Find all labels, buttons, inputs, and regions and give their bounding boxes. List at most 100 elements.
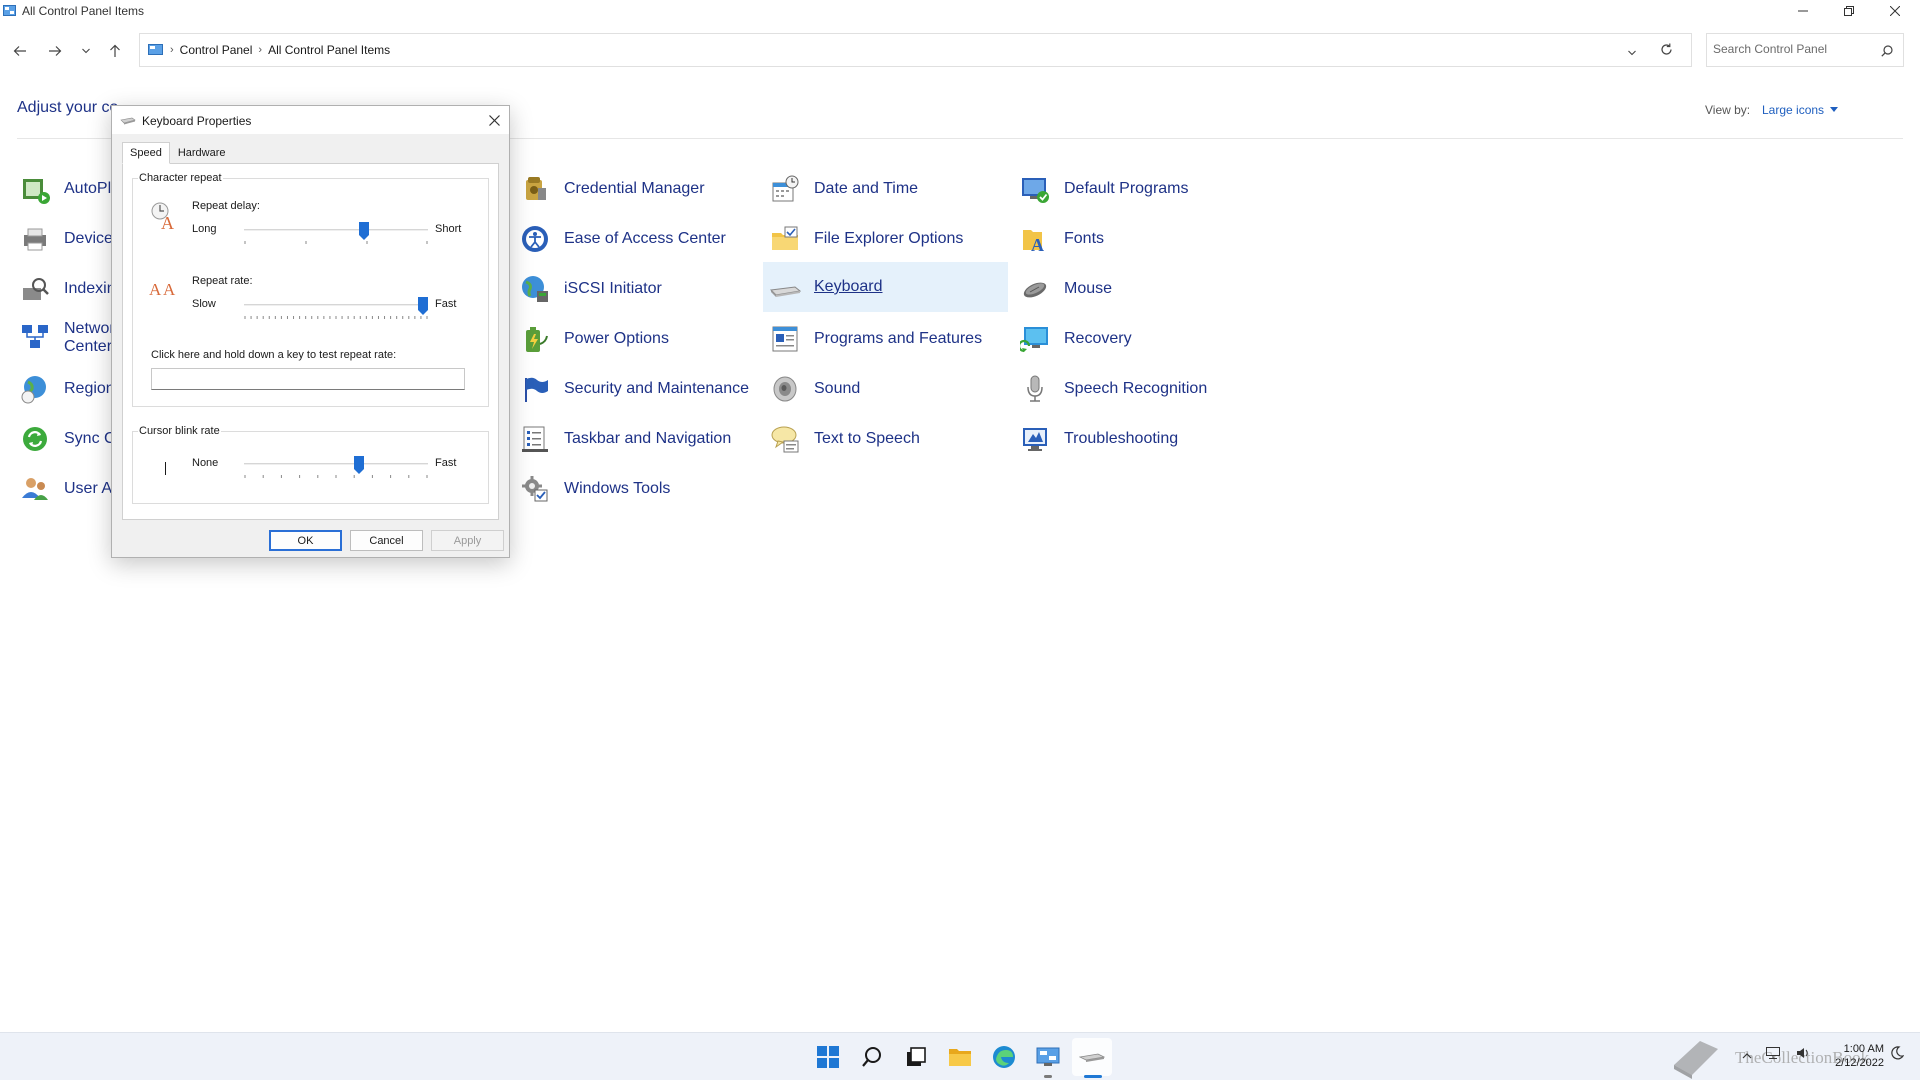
refresh-button[interactable]: [1660, 43, 1673, 61]
cp-item-programs-features[interactable]: Programs and Features: [768, 314, 1008, 364]
slider-thumb[interactable]: [354, 456, 364, 474]
arrow-left-icon: [13, 46, 26, 56]
calendar-clock-icon: [768, 172, 802, 206]
slider-track: [244, 229, 428, 231]
test-repeat-input[interactable]: [151, 368, 465, 390]
repeat-rate-slider[interactable]: [244, 297, 428, 322]
tray-chevron-button[interactable]: [1742, 1047, 1752, 1065]
dialog-titlebar[interactable]: Keyboard Properties: [112, 106, 509, 134]
slider-ticks: [244, 316, 428, 319]
chevron-down-icon: [1628, 50, 1636, 56]
ok-button[interactable]: OK: [269, 530, 342, 551]
cp-item-troubleshooting[interactable]: Troubleshooting: [1018, 414, 1258, 464]
edge-taskbar-button[interactable]: [986, 1039, 1022, 1075]
cp-item-fonts[interactable]: A Fonts: [1018, 214, 1258, 264]
up-button[interactable]: [103, 39, 127, 63]
folder-icon: [949, 1049, 971, 1066]
arrow-right-icon: [49, 46, 62, 56]
tray-volume-button[interactable]: [1796, 1046, 1810, 1064]
cp-item-power-options[interactable]: Power Options: [518, 314, 758, 364]
network-icon: [18, 320, 52, 354]
cp-item-taskbar-navigation[interactable]: Taskbar and Navigation: [518, 414, 758, 464]
clock-date: 2/12/2022: [1835, 1057, 1884, 1069]
close-button[interactable]: [1872, 0, 1918, 22]
address-history-dropdown[interactable]: [1627, 44, 1637, 62]
tab-hardware[interactable]: Hardware: [170, 142, 234, 164]
cursor-blink-slider[interactable]: [244, 456, 428, 481]
cp-item-label: Indexin: [64, 280, 116, 297]
cp-item-mouse[interactable]: Mouse: [1018, 264, 1258, 314]
notifications-button[interactable]: [1890, 1046, 1905, 1065]
power-battery-icon: [518, 322, 552, 356]
cp-item-security-maintenance[interactable]: Security and Maintenance: [518, 364, 758, 414]
slider-thumb[interactable]: [418, 297, 428, 315]
default-programs-icon: [1018, 172, 1052, 206]
group-label: Cursor blink rate: [138, 425, 221, 437]
cp-item-text-to-speech[interactable]: Text to Speech: [768, 414, 1008, 464]
repeat-delay-slider[interactable]: [244, 222, 428, 247]
cp-item-label: Credential Manager: [564, 180, 705, 197]
cursor-blink-max-label: Fast: [435, 457, 457, 469]
cp-item-default-programs[interactable]: Default Programs: [1018, 164, 1258, 214]
apply-button[interactable]: Apply: [431, 530, 504, 551]
keyboard-properties-taskbar-button[interactable]: [1074, 1039, 1110, 1075]
cp-item-date-time[interactable]: Date and Time: [768, 164, 1008, 214]
keyboard-icon: [120, 117, 136, 125]
cp-item-sound[interactable]: Sound: [768, 364, 1008, 414]
taskbar-search-button[interactable]: [854, 1039, 890, 1075]
tray-network-button[interactable]: [1766, 1046, 1780, 1064]
minimize-button[interactable]: [1780, 0, 1826, 22]
breadcrumb-separator-icon: ›: [258, 44, 263, 56]
cp-item-file-explorer-options[interactable]: File Explorer Options: [768, 214, 1008, 264]
back-button[interactable]: [8, 39, 32, 63]
chevron-down-icon: [82, 48, 90, 54]
windows-logo-icon: [817, 1046, 839, 1068]
control-panel-taskbar-button[interactable]: [1030, 1039, 1066, 1075]
accessibility-icon: [518, 222, 552, 256]
cp-item-label: Troubleshooting: [1064, 430, 1179, 447]
keyboard-icon: [1079, 1053, 1105, 1062]
control-panel-icon: [148, 44, 163, 55]
gears-icon: [518, 472, 552, 506]
cp-item-iscsi-initiator[interactable]: iSCSI Initiator: [518, 264, 758, 314]
cp-item-recovery[interactable]: Recovery: [1018, 314, 1258, 364]
slider-thumb[interactable]: [359, 222, 369, 240]
cp-item-keyboard[interactable]: Keyboard: [763, 262, 1008, 312]
repeat-rate-label: Repeat rate:: [192, 275, 253, 287]
refresh-icon: [1661, 43, 1672, 55]
breadcrumb-control-panel[interactable]: Control Panel: [180, 43, 253, 57]
cp-item-speech-recognition[interactable]: Speech Recognition: [1018, 364, 1258, 414]
cancel-button[interactable]: Cancel: [350, 530, 423, 551]
edge-browser-icon: [993, 1046, 1015, 1068]
repeat-delay-label: Repeat delay:: [192, 200, 260, 212]
test-repeat-label: Click here and hold down a key to test r…: [151, 349, 397, 361]
forward-button[interactable]: [43, 39, 67, 63]
cp-item-credential-manager[interactable]: Credential Manager: [518, 164, 758, 214]
cp-item-label-line2: Center: [64, 338, 113, 355]
breadcrumb-all-items[interactable]: All Control Panel Items: [268, 43, 390, 57]
recent-locations-button[interactable]: [74, 39, 98, 63]
tab-speed[interactable]: Speed: [122, 142, 170, 164]
system-clock[interactable]: 1:00 AM 2/12/2022: [1824, 1042, 1884, 1070]
cp-item-windows-tools[interactable]: Windows Tools: [518, 464, 758, 514]
svg-text:A: A: [1031, 235, 1044, 254]
moon-icon: [1891, 1046, 1905, 1060]
restore-button[interactable]: [1826, 0, 1872, 22]
search-input[interactable]: [1713, 42, 1873, 56]
slider-track: [244, 304, 428, 306]
start-button[interactable]: [810, 1039, 846, 1075]
repeat-rate-min-label: Slow: [192, 298, 216, 310]
view-by-label: View by:: [1705, 103, 1751, 117]
view-by-dropdown[interactable]: Large icons: [1762, 103, 1839, 117]
address-bar[interactable]: › Control Panel › All Control Panel Item…: [139, 33, 1692, 67]
cp-item-label: Text to Speech: [814, 430, 920, 447]
control-panel-icon: [3, 5, 16, 16]
search-icon[interactable]: [1881, 44, 1893, 62]
search-box[interactable]: [1706, 33, 1904, 67]
cp-item-ease-of-access[interactable]: Ease of Access Center: [518, 214, 758, 264]
file-explorer-taskbar-button[interactable]: [942, 1039, 978, 1075]
cp-item-label: iSCSI Initiator: [564, 280, 662, 297]
dialog-close-button[interactable]: [483, 110, 505, 130]
task-view-button[interactable]: [898, 1039, 934, 1075]
cp-item-label: Networ: [64, 320, 115, 337]
